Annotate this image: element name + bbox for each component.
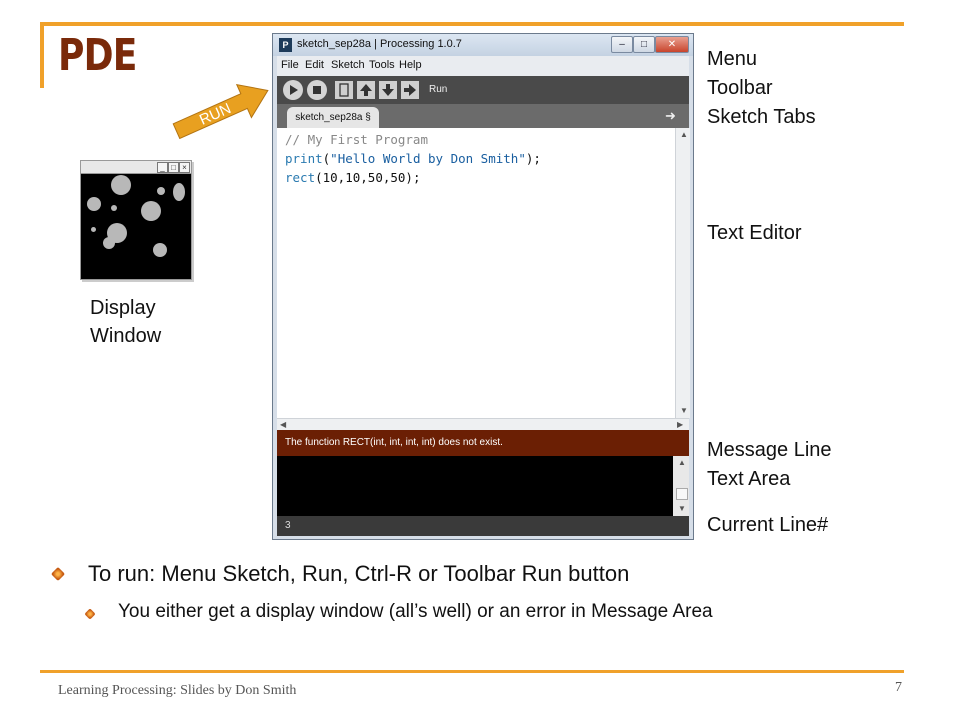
code-keyword: rect	[285, 170, 316, 185]
text-editor[interactable]: // My First Program print("Hello World b…	[277, 128, 675, 418]
arrow-up-icon	[360, 84, 372, 96]
processing-app-icon: P	[279, 38, 292, 52]
code-punct: );	[525, 151, 541, 166]
stop-icon	[313, 86, 321, 94]
label-text-area: Text Area	[707, 468, 791, 490]
page-number: 7	[895, 680, 902, 695]
display-circle	[111, 205, 117, 211]
tab-menu-arrow-icon[interactable]: ➜	[665, 108, 676, 124]
menu-help[interactable]: Help	[399, 59, 422, 71]
new-file-icon	[339, 83, 349, 97]
console-text-area[interactable]	[277, 456, 673, 516]
display-circle	[87, 197, 101, 211]
tab-sketch[interactable]: sketch_sep28a §	[287, 107, 379, 128]
run-arrow-label: RUN	[197, 100, 234, 129]
menu-bar: File Edit Sketch Tools Help	[277, 56, 689, 76]
status-bar: 3	[277, 516, 689, 536]
top-rule	[40, 22, 904, 26]
bottom-rule	[40, 670, 904, 673]
scroll-down-icon[interactable]: ▼	[678, 504, 686, 513]
code-line-3: rect(10,10,50,50);	[285, 170, 420, 185]
error-message: The function RECT(int, int, int, int) do…	[285, 437, 503, 448]
window-titlebar[interactable]: P sketch_sep28a | Processing 1.0.7 – □ ✕	[273, 34, 693, 56]
scroll-right-icon[interactable]: ▶	[677, 420, 683, 429]
export-button[interactable]	[401, 81, 419, 99]
run-arrow: RUN	[172, 83, 269, 140]
code-string: "Hello World by Don Smith"	[330, 151, 526, 166]
footer-text: Learning Processing: Slides by Don Smith	[58, 683, 297, 698]
display-circle	[91, 227, 96, 232]
bullet-sub: You either get a display window (all’s w…	[118, 601, 713, 622]
scroll-up-icon[interactable]: ▲	[680, 130, 688, 139]
menu-tools[interactable]: Tools	[369, 59, 395, 71]
toolbar: Run	[277, 76, 689, 104]
label-current-line: Current Line#	[707, 514, 829, 536]
console-scrollbar[interactable]: ▲ ▼	[673, 456, 689, 516]
window-title: sketch_sep28a | Processing 1.0.7	[297, 38, 462, 50]
display-window-titlebar[interactable]: _ □ ×	[81, 161, 191, 174]
display-window[interactable]: _ □ ×	[80, 160, 192, 280]
menu-sketch[interactable]: Sketch	[331, 59, 365, 71]
code-keyword: print	[285, 151, 323, 166]
open-button[interactable]	[357, 81, 375, 99]
minimize-button[interactable]: _	[157, 162, 168, 173]
menu-edit[interactable]: Edit	[305, 59, 324, 71]
arrow-right-icon	[404, 84, 416, 96]
maximize-button[interactable]: □	[633, 36, 655, 53]
code-args: (10,10,50,50);	[315, 170, 421, 185]
label-toolbar: Toolbar	[707, 77, 773, 99]
editor-vertical-scrollbar[interactable]: ▲ ▼	[675, 128, 690, 418]
code-line-1: // My First Program	[285, 132, 428, 147]
label-sketch-tabs: Sketch Tabs	[707, 106, 816, 128]
display-circle	[157, 187, 165, 195]
maximize-button[interactable]: □	[168, 162, 179, 173]
current-line-number: 3	[285, 520, 291, 531]
code-line-2: print("Hello World by Don Smith");	[285, 151, 541, 166]
label-menu: Menu	[707, 48, 758, 70]
label-display: Display	[90, 297, 156, 319]
message-line: The function RECT(int, int, int, int) do…	[277, 430, 689, 456]
label-text-editor: Text Editor	[707, 222, 802, 244]
display-circle	[153, 243, 167, 257]
processing-window[interactable]: P sketch_sep28a | Processing 1.0.7 – □ ✕…	[272, 33, 694, 540]
scroll-up-icon[interactable]: ▲	[678, 458, 686, 467]
display-circle	[103, 237, 115, 249]
new-button[interactable]	[335, 81, 353, 99]
scroll-left-icon[interactable]: ◀	[280, 420, 286, 429]
run-button[interactable]	[283, 80, 303, 100]
display-circle	[141, 201, 161, 221]
side-rule	[40, 22, 44, 88]
minimize-button[interactable]: –	[611, 36, 633, 53]
display-circle	[111, 175, 131, 195]
save-button[interactable]	[379, 81, 397, 99]
slide-title: PDE	[58, 30, 137, 81]
close-button[interactable]: ×	[179, 162, 190, 173]
bullet-main: To run: Menu Sketch, Run, Ctrl-R or Tool…	[88, 561, 630, 586]
scroll-down-icon[interactable]: ▼	[680, 406, 688, 415]
label-message-line: Message Line	[707, 439, 832, 461]
bullet-icon	[84, 608, 96, 620]
scroll-thumb[interactable]	[676, 488, 688, 500]
play-icon	[290, 85, 298, 95]
arrow-down-icon	[382, 84, 394, 96]
display-circle	[173, 183, 185, 201]
close-button[interactable]: ✕	[655, 36, 689, 53]
label-window: Window	[90, 325, 162, 347]
bullet-icon	[50, 566, 66, 582]
toolbar-hover-label: Run	[429, 84, 448, 95]
menu-file[interactable]: File	[281, 59, 299, 71]
stop-button[interactable]	[307, 80, 327, 100]
sketch-tabs: sketch_sep28a § ➜	[277, 104, 689, 128]
